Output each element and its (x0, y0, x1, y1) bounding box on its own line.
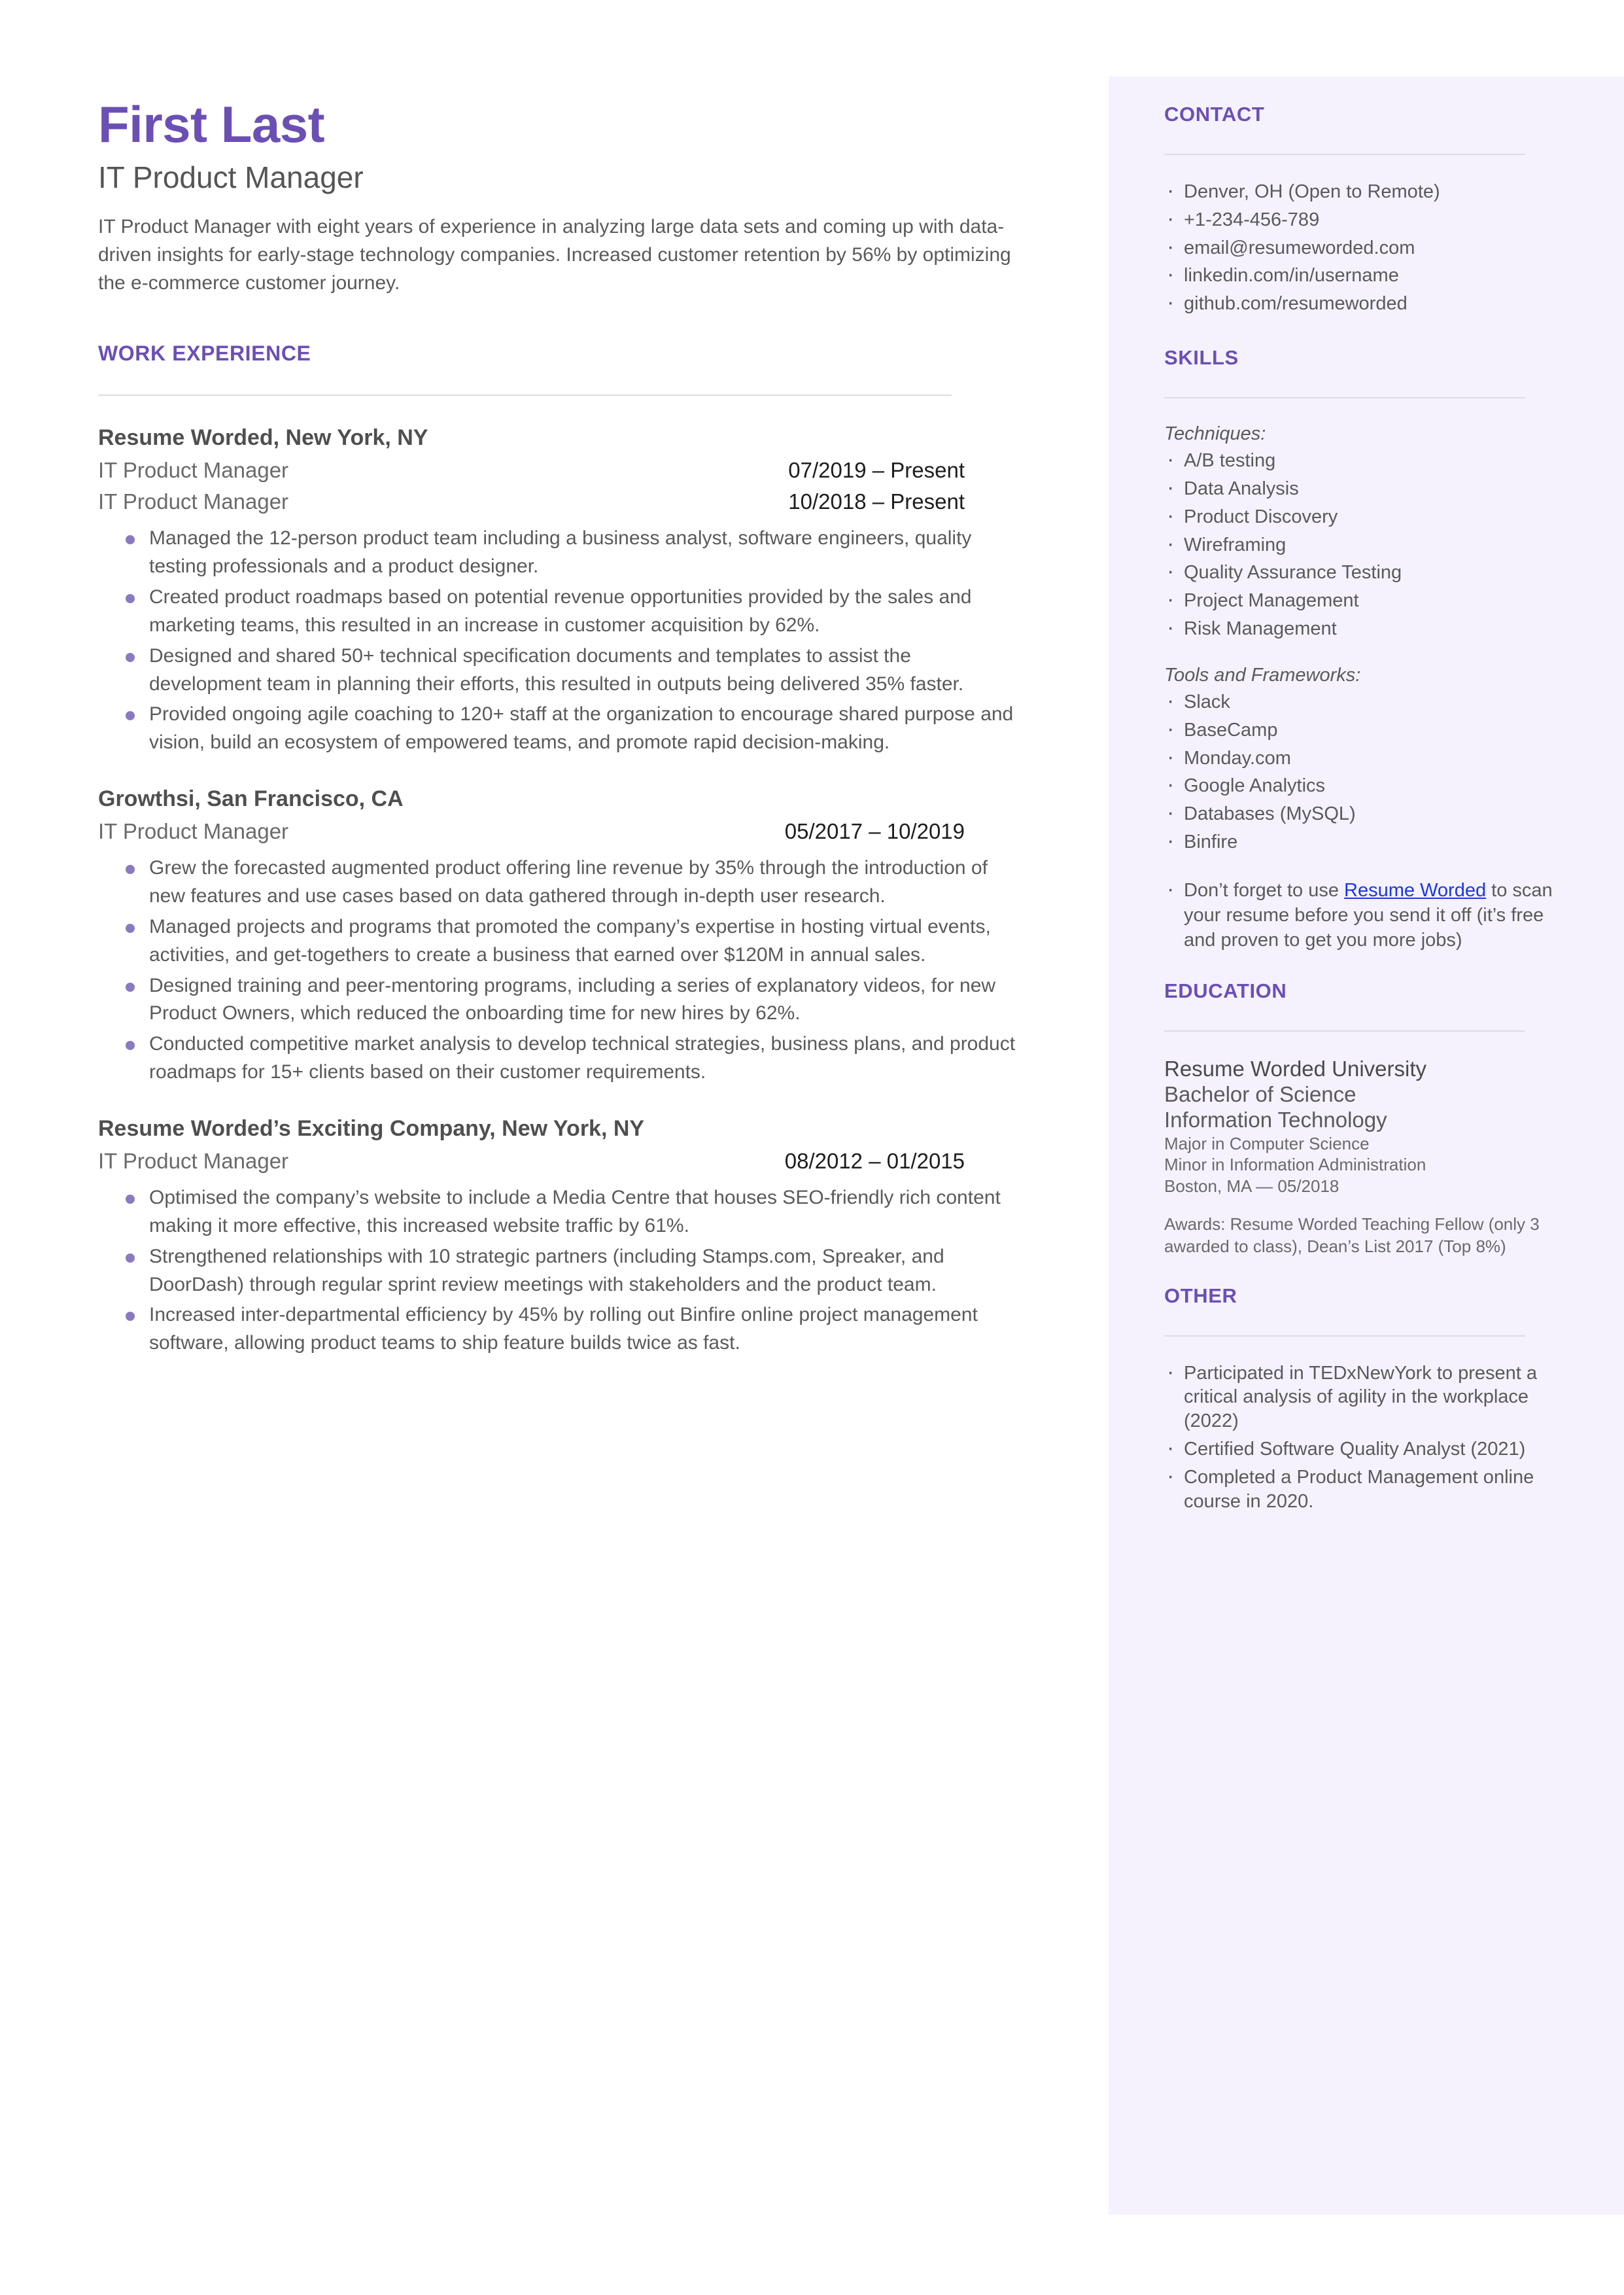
skill-item: Data Analysis (1164, 474, 1559, 502)
contact-item: github.com/resumeworded (1164, 289, 1559, 317)
contact-item: Denver, OH (Open to Remote) (1164, 177, 1559, 205)
job-dates: 05/2017 – 10/2019 (784, 818, 965, 843)
job-bullet: Conducted competitive market analysis to… (98, 1030, 1019, 1087)
other-body: Participated in TEDxNewYork to present a… (1164, 1358, 1559, 1514)
section-divider (98, 394, 952, 396)
education-major: Major in Computer Science (1164, 1133, 1370, 1153)
sidebar: CONTACT Denver, OH (Open to Remote)+1-23… (1109, 77, 1624, 2215)
resume-worded-promo: Don’t forget to use Resume Worded to sca… (1164, 875, 1559, 953)
resume-worded-link[interactable]: Resume Worded (1344, 880, 1486, 901)
skills-body: Techniques:A/B testingData AnalysisProdu… (1164, 423, 1559, 953)
skills-groups: Techniques:A/B testingData AnalysisProdu… (1164, 423, 1559, 855)
education-degree-line-2: Information Technology (1164, 1107, 1387, 1132)
skill-item: Wireframing (1164, 530, 1559, 558)
skills-group-label: Techniques: (1164, 423, 1266, 445)
page-title: First Last (98, 96, 325, 153)
job-bullet: Created product roadmaps based on potent… (98, 584, 1019, 640)
skill-item: Risk Management (1164, 614, 1559, 642)
skill-item: Binfire (1164, 827, 1559, 855)
job-role-row: IT Product Manager 05/2017 – 10/2019 (98, 819, 965, 844)
contact-body: Denver, OH (Open to Remote)+1-234-456-78… (1164, 177, 1559, 317)
skill-item: Quality Assurance Testing (1164, 557, 1559, 586)
job-title: IT Product Manager (98, 458, 289, 483)
skills-group-list: SlackBaseCampMonday.comGoogle AnalyticsD… (1164, 687, 1559, 855)
education-location-date: Boston, MA — 05/2018 (1164, 1176, 1339, 1196)
education-divider (1164, 1030, 1525, 1032)
job-role-row: IT Product Manager 10/2018 – Present (98, 489, 965, 514)
job-bullet: Designed and shared 50+ technical specif… (98, 642, 1019, 699)
education-body: Resume Worded University Bachelor of Sci… (1164, 1057, 1559, 1258)
skill-item: Databases (MySQL) (1164, 799, 1559, 827)
contact-divider (1164, 154, 1525, 155)
job-title: IT Product Manager (98, 489, 289, 514)
work-experience-list: Resume Worded, New York, NY IT Product Ma… (98, 425, 1040, 1358)
skill-item: Project Management (1164, 586, 1559, 614)
job-title: IT Product Manager (98, 1148, 289, 1173)
work-experience-entry: Growthsi, San Francisco, CA IT Product Ma… (98, 786, 1040, 1087)
skill-item: BaseCamp (1164, 715, 1559, 743)
skill-item: Product Discovery (1164, 502, 1559, 530)
skill-item: A/B testing (1164, 446, 1559, 474)
other-divider (1164, 1335, 1525, 1337)
section-heading-education: EDUCATION (1164, 979, 1287, 1002)
job-bullet: Grew the forecasted augmented product of… (98, 854, 1019, 911)
job-role-row: IT Product Manager 08/2012 – 01/2015 (98, 1149, 965, 1174)
other-item: Completed a Product Management online co… (1164, 1462, 1559, 1514)
professional-summary: IT Product Manager with eight years of e… (98, 216, 1011, 294)
job-title: IT Product Manager (98, 818, 289, 843)
work-experience-entry: Resume Worded’s Exciting Company, New Yo… (98, 1115, 1040, 1358)
section-heading-skills: SKILLS (1164, 346, 1239, 370)
skills-group-label: Tools and Frameworks: (1164, 664, 1361, 686)
job-company: Resume Worded’s Exciting Company, New Yo… (98, 1116, 645, 1142)
education-school: Resume Worded University (1164, 1056, 1427, 1081)
job-bullet-list: Managed the 12-person product team inclu… (98, 525, 1040, 757)
other-list: Participated in TEDxNewYork to present a… (1164, 1358, 1559, 1514)
job-company: Resume Worded, New York, NY (98, 425, 428, 451)
contact-item: +1-234-456-789 (1164, 205, 1559, 233)
job-bullet: Designed training and peer-mentoring pro… (98, 972, 1019, 1028)
other-item: Certified Software Quality Analyst (2021… (1164, 1434, 1559, 1462)
promo-text-before: Don’t forget to use (1184, 879, 1345, 901)
job-bullet-list: Grew the forecasted augmented product of… (98, 854, 1040, 1087)
contact-item: linkedin.com/in/username (1164, 261, 1559, 289)
skills-group-list: A/B testingData AnalysisProduct Discover… (1164, 446, 1559, 642)
skill-item: Google Analytics (1164, 771, 1559, 799)
job-bullet: Increased inter-departmental efficiency … (98, 1301, 1019, 1358)
other-item: Participated in TEDxNewYork to present a… (1164, 1358, 1559, 1433)
education-degree-line-1: Bachelor of Science (1164, 1081, 1356, 1106)
job-bullet: Strengthened relationships with 10 strat… (98, 1243, 1019, 1299)
job-bullet: Optimised the company’s website to inclu… (98, 1184, 1019, 1240)
job-role-row: IT Product Manager 07/2019 – Present (98, 458, 965, 483)
job-bullet-list: Optimised the company’s website to inclu… (98, 1184, 1040, 1358)
education-minor: Minor in Information Administration (1164, 1155, 1426, 1175)
skills-divider (1164, 397, 1525, 399)
job-dates: 10/2018 – Present (788, 489, 965, 514)
skill-item: Slack (1164, 687, 1559, 715)
education-awards: Awards: Resume Worded Teaching Fellow (o… (1164, 1214, 1540, 1256)
job-dates: 07/2019 – Present (788, 458, 965, 483)
job-dates: 08/2012 – 01/2015 (784, 1148, 965, 1173)
job-bullet: Managed projects and programs that promo… (98, 913, 1019, 970)
work-experience-entry: Resume Worded, New York, NY IT Product Ma… (98, 425, 1040, 757)
contact-item: email@resumeworded.com (1164, 233, 1559, 261)
job-bullet: Provided ongoing agile coaching to 120+ … (98, 701, 1019, 757)
section-heading-other: OTHER (1164, 1284, 1237, 1307)
main-column: First Last IT Product Manager IT Product… (98, 96, 1040, 1360)
resume-page: First Last IT Product Manager IT Product… (0, 0, 1624, 2295)
job-company: Growthsi, San Francisco, CA (98, 786, 404, 812)
section-heading-work-experience: WORK EXPERIENCE (98, 342, 311, 366)
section-heading-contact: CONTACT (1164, 103, 1265, 126)
skill-item: Monday.com (1164, 743, 1559, 771)
headline-role: IT Product Manager (98, 160, 364, 194)
contact-list: Denver, OH (Open to Remote)+1-234-456-78… (1164, 177, 1559, 317)
job-bullet: Managed the 12-person product team inclu… (98, 525, 1019, 581)
